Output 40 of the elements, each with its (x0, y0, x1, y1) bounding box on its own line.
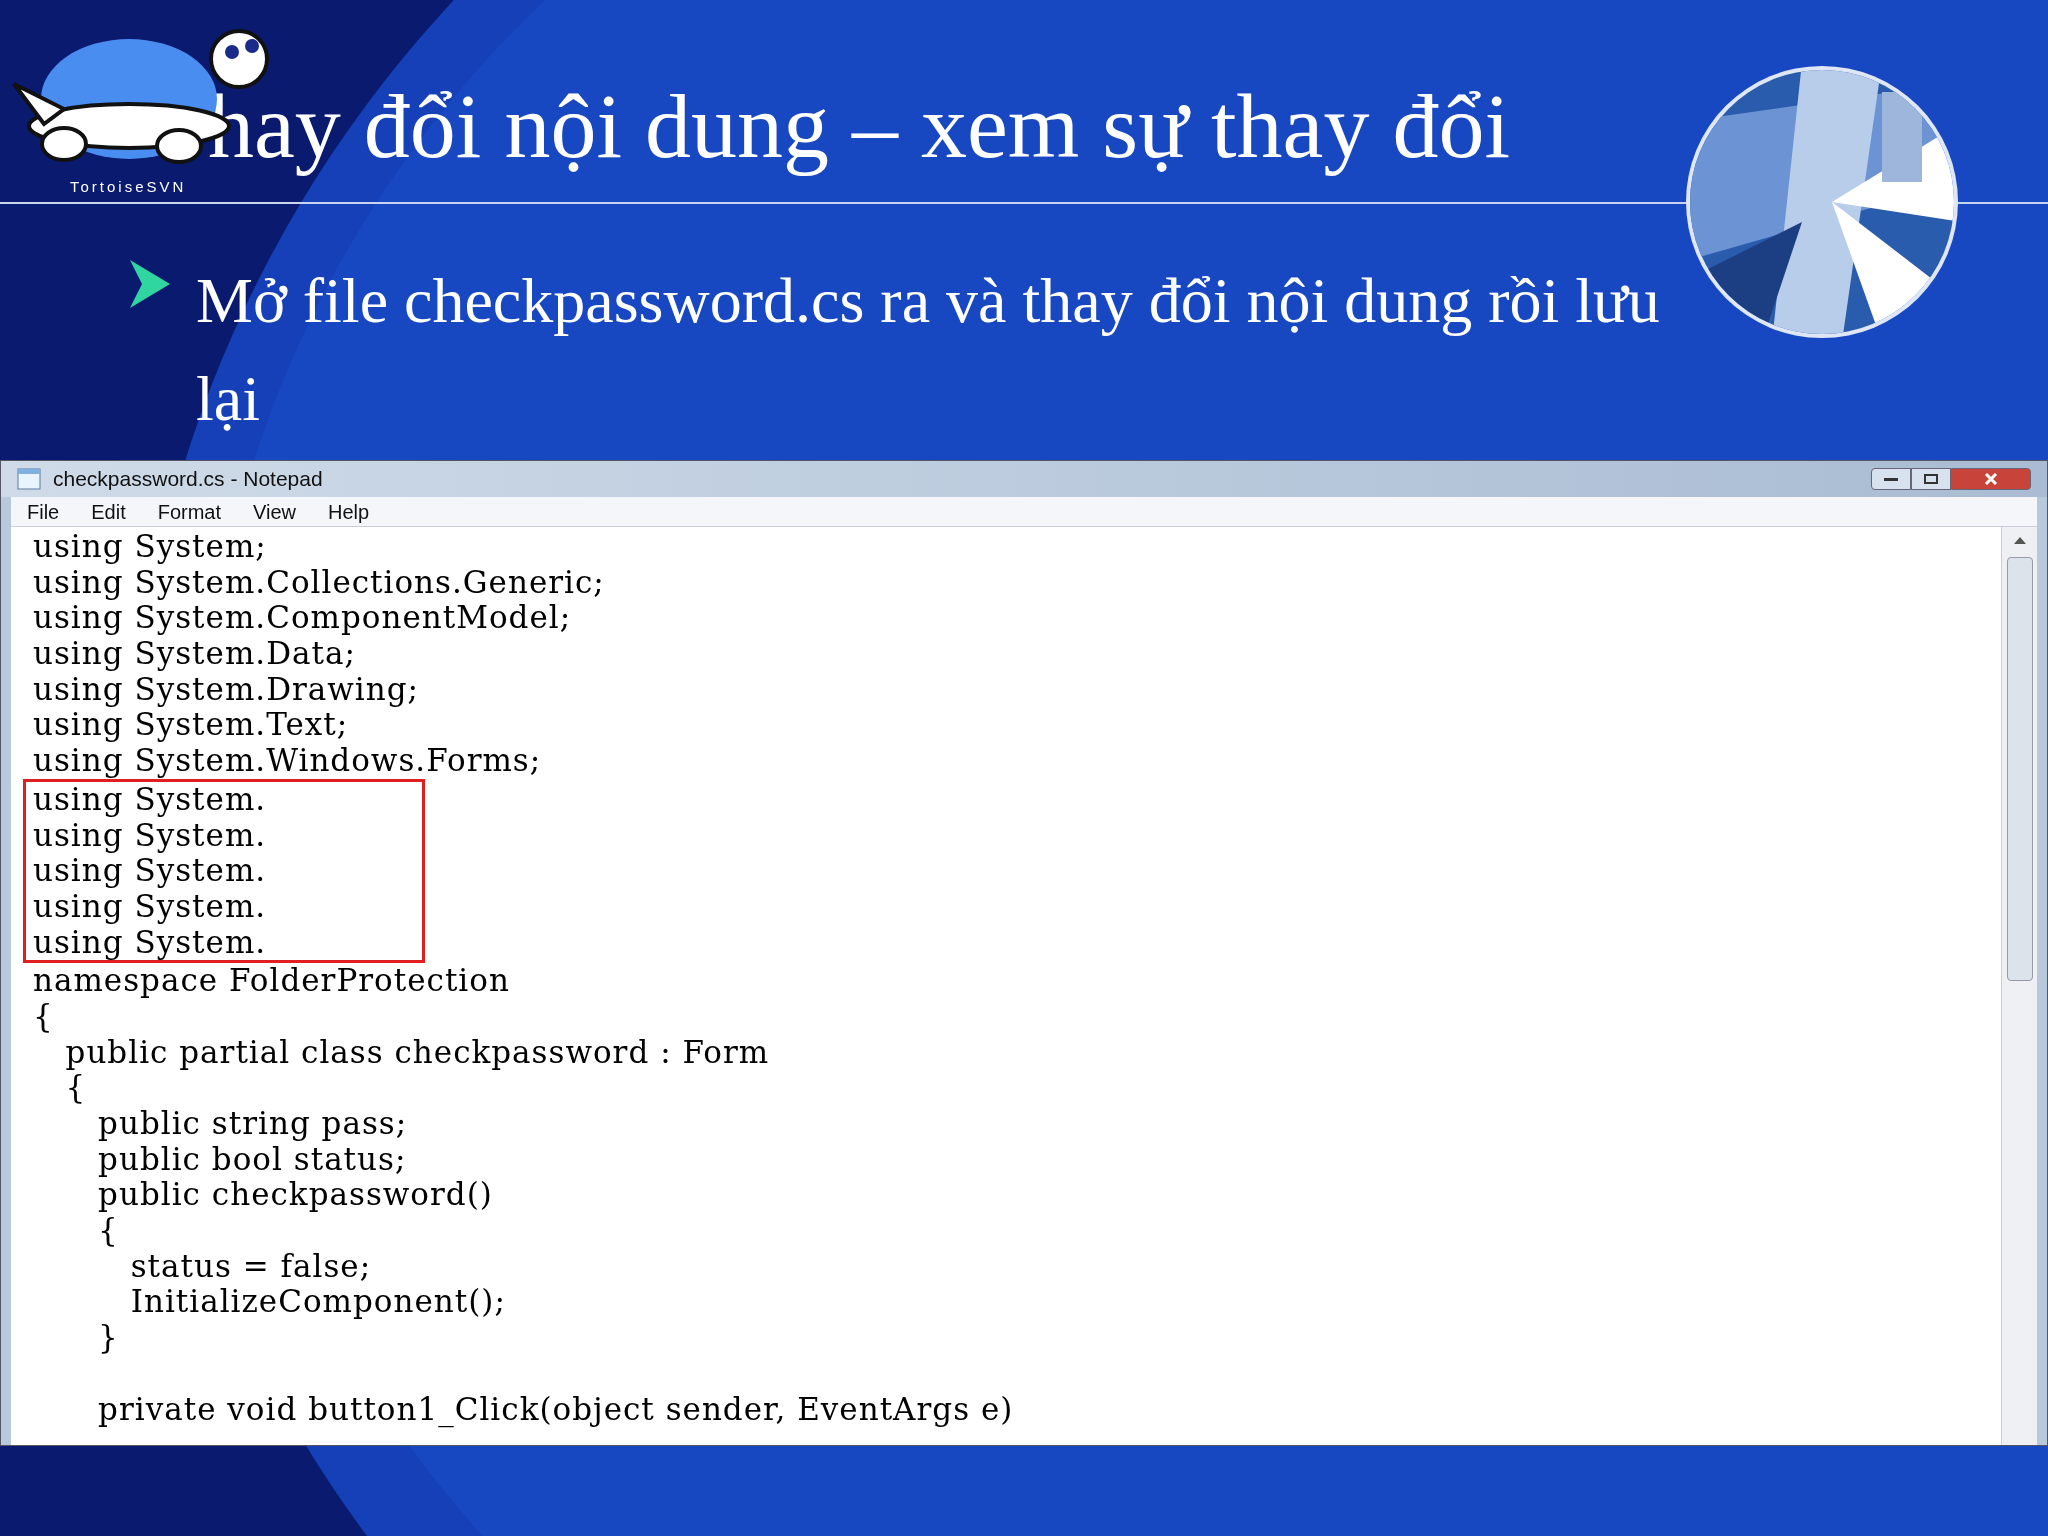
code-line: using System.Data; (33, 636, 356, 672)
code-line: { (33, 998, 54, 1035)
close-button[interactable] (1951, 468, 2031, 490)
code-line: using System.ComponentModel; (33, 600, 572, 637)
code-line: { (64, 1070, 87, 1106)
scrollbar[interactable] (2001, 527, 2037, 1445)
code-line: using System; (33, 529, 267, 565)
code-line: using System. (33, 817, 267, 854)
code-line: namespace FolderProtection (33, 963, 510, 999)
code-line: public partial class checkpassword : Form (64, 1034, 770, 1071)
code-line: using System. (33, 853, 267, 889)
code-line: using System.Collections.Generic; (33, 564, 605, 601)
code-line: using System.Drawing; (33, 671, 420, 708)
window-title: checkpassword.cs - Notepad (53, 466, 323, 493)
code-line: } (97, 1320, 119, 1356)
code-line: using System. (33, 924, 267, 961)
notepad-icon (17, 468, 41, 490)
minimize-button[interactable] (1871, 468, 1911, 490)
menu-item[interactable]: Help (328, 496, 370, 527)
code-line: public bool status; (97, 1141, 407, 1178)
code-line: using System. (33, 781, 267, 818)
code-line: InitializeComponent(); (129, 1284, 506, 1321)
code-line: public string pass; (97, 1106, 408, 1142)
arrow-bullet-icon (128, 258, 172, 310)
scroll-thumb[interactable] (2006, 557, 2033, 981)
code-line: using System.Windows.Forms; (33, 743, 542, 779)
code-line: using System.Text; (33, 707, 349, 744)
close-icon (1984, 473, 1998, 485)
scroll-up-icon[interactable] (2012, 535, 2027, 545)
code-line: using System. (33, 888, 267, 925)
bullet-text: Mở file checkpassword.cs ra và thay đổi nội dung rồi lưu lại (196, 264, 1661, 436)
menu-item[interactable]: Edit (91, 496, 126, 527)
menu-item[interactable]: File (27, 496, 60, 527)
maximize-button[interactable] (1911, 468, 1951, 490)
menu-item[interactable]: View (253, 496, 297, 527)
code-line: { (97, 1213, 119, 1249)
menu-item[interactable]: Format (157, 496, 222, 527)
code-line: status = false; (129, 1248, 372, 1285)
code-line: public checkpassword() (97, 1177, 493, 1214)
code-line: private void button1_Click(object sender, EventArgs e) (97, 1391, 1014, 1428)
